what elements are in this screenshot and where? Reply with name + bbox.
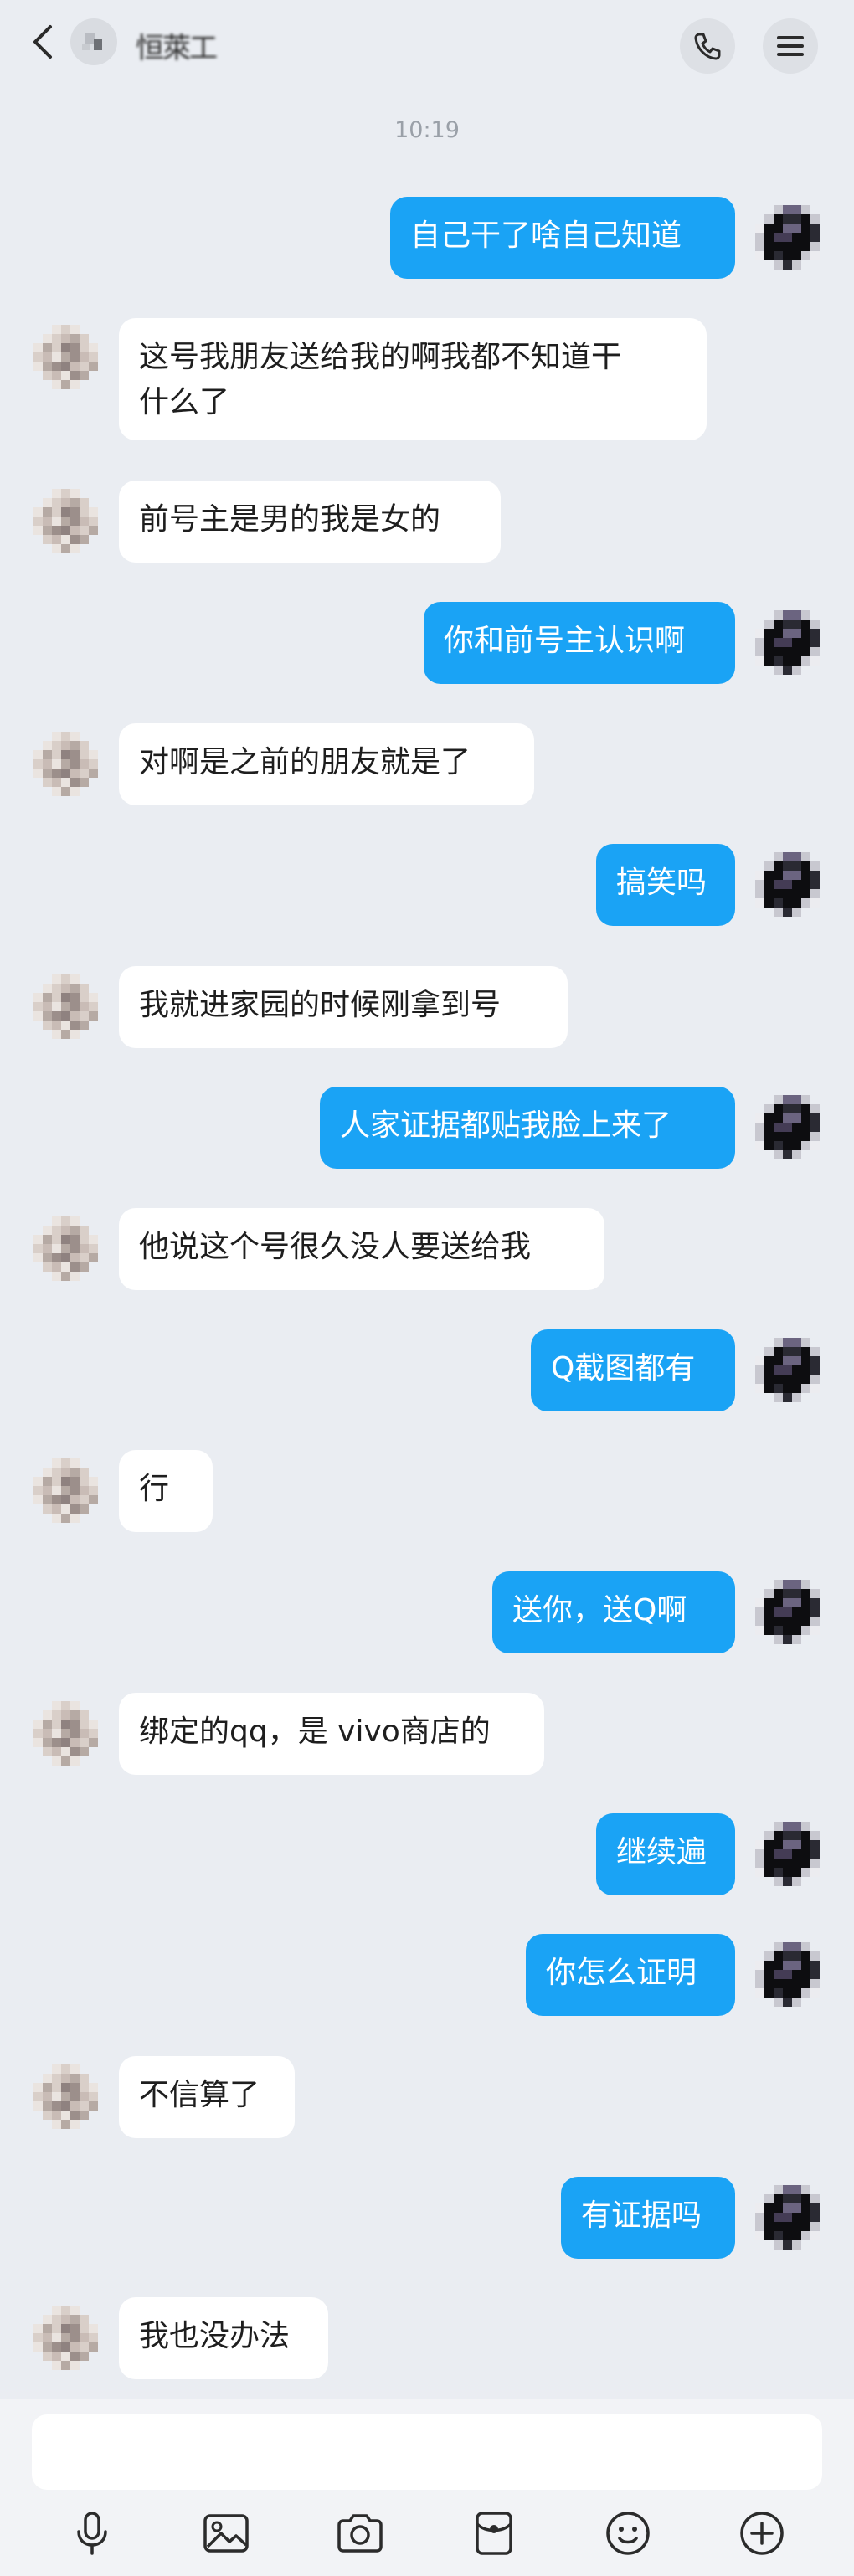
message-input[interactable] [32, 2414, 822, 2490]
microphone-icon [77, 2512, 107, 2555]
my-avatar[interactable] [754, 1941, 822, 2009]
contact-avatar-small[interactable] [32, 1457, 100, 1525]
image-icon [203, 2514, 249, 2553]
message-bubble-sent[interactable]: 搞笑吗 [596, 844, 735, 926]
camera-button[interactable] [333, 2507, 387, 2560]
message-bubble-received[interactable]: 行 [119, 1450, 213, 1532]
message-bubble-sent[interactable]: 有证据吗 [561, 2177, 735, 2259]
contact-avatar-small[interactable] [32, 1215, 100, 1283]
call-button[interactable] [680, 18, 735, 74]
contact-avatar-small[interactable] [32, 730, 100, 799]
contact-avatar[interactable] [70, 18, 117, 65]
red-packet-icon [476, 2512, 512, 2555]
message-bubble-received[interactable]: 我也没办法 [119, 2297, 328, 2379]
my-avatar[interactable] [754, 1578, 822, 1647]
message-bubble-sent[interactable]: 自己干了啥自己知道 [390, 197, 735, 279]
chat-header: 恒萊工 [0, 0, 854, 84]
contact-avatar-small[interactable] [32, 1699, 100, 1768]
menu-button[interactable] [763, 18, 818, 74]
input-bar [0, 2399, 854, 2576]
my-avatar[interactable] [754, 1093, 822, 1162]
chevron-left-icon [33, 25, 52, 59]
hamburger-menu-icon [777, 36, 804, 56]
message-bubble-sent[interactable]: Q截图都有 [531, 1329, 735, 1411]
back-button[interactable] [22, 18, 64, 65]
plus-icon [740, 2512, 784, 2555]
message-bubble-received[interactable]: 这号我朋友送给我的啊我都不知道干 什么了 [119, 318, 707, 440]
image-button[interactable] [199, 2507, 253, 2560]
message-bubble-sent[interactable]: 你和前号主认识啊 [424, 602, 735, 684]
my-avatar[interactable] [754, 1336, 822, 1405]
contact-avatar-small[interactable] [32, 2063, 100, 2131]
my-avatar[interactable] [754, 1820, 822, 1889]
phone-icon [694, 33, 721, 60]
message-bubble-sent[interactable]: 人家证据都贴我脸上来了 [320, 1087, 735, 1169]
emoji-icon [606, 2512, 650, 2555]
message-bubble-received[interactable]: 我就进家园的时候刚拿到号 [119, 966, 568, 1048]
message-bubble-received[interactable]: 对啊是之前的朋友就是了 [119, 723, 534, 805]
camera-icon [337, 2514, 383, 2553]
contact-avatar-small[interactable] [32, 487, 100, 556]
voice-button[interactable] [65, 2507, 119, 2560]
contact-avatar-small[interactable] [32, 323, 100, 392]
message-bubble-sent[interactable]: 继续遍 [596, 1813, 735, 1895]
contact-avatar-small[interactable] [32, 2304, 100, 2373]
message-bubble-sent[interactable]: 送你，送Q啊 [492, 1571, 735, 1653]
message-bubble-sent[interactable]: 你怎么证明 [526, 1934, 735, 2016]
emoji-button[interactable] [601, 2507, 655, 2560]
message-bubble-received[interactable]: 前号主是男的我是女的 [119, 481, 501, 563]
contact-avatar-small[interactable] [32, 973, 100, 1041]
more-button[interactable] [735, 2507, 789, 2560]
contact-name[interactable]: 恒萊工 [136, 25, 218, 65]
message-timestamp: 10:19 [394, 117, 460, 143]
red-packet-button[interactable] [467, 2507, 521, 2560]
message-bubble-received[interactable]: 不信算了 [119, 2056, 295, 2138]
message-bubble-received[interactable]: 他说这个号很久没人要送给我 [119, 1208, 604, 1290]
message-bubble-received[interactable]: 绑定的qq，是 vivo商店的 [119, 1693, 544, 1775]
my-avatar[interactable] [754, 2183, 822, 2252]
my-avatar[interactable] [754, 851, 822, 919]
my-avatar[interactable] [754, 609, 822, 677]
my-avatar[interactable] [754, 203, 822, 272]
